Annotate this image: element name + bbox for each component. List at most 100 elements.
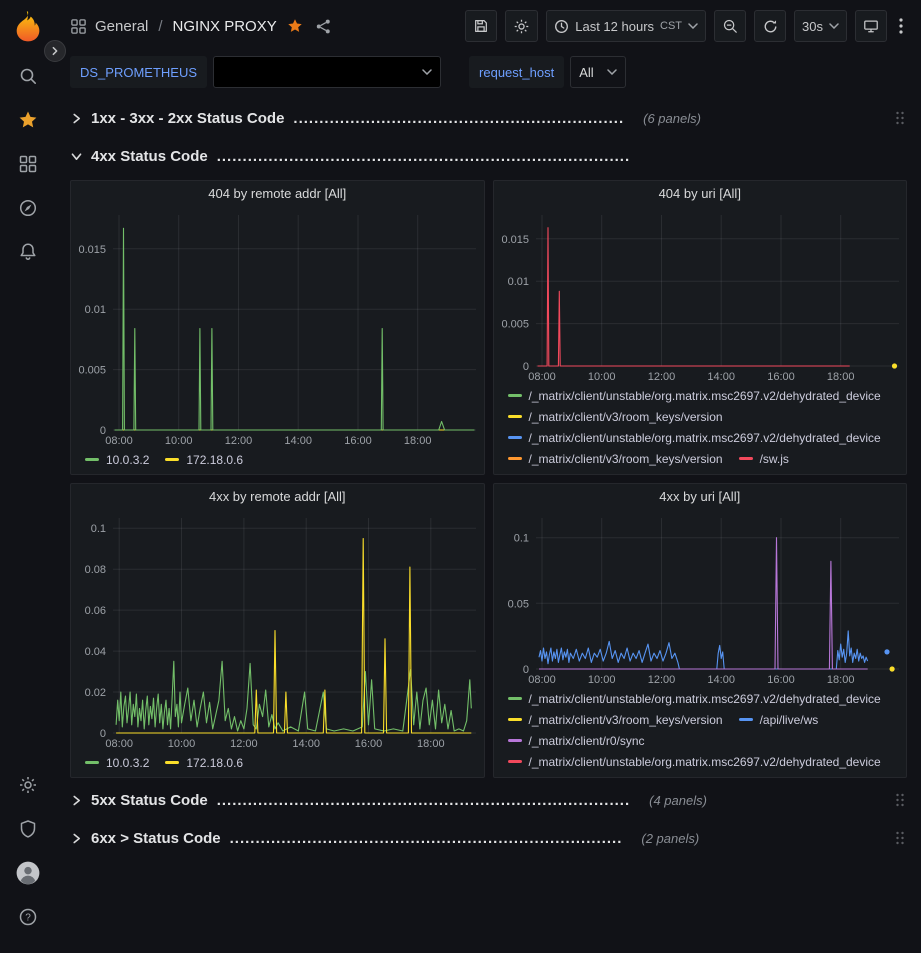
panel-4xx-by-remote-addr: 4xx by remote addr [All] 08:0010:0012:00… xyxy=(70,483,485,778)
svg-text:18:00: 18:00 xyxy=(826,371,854,383)
svg-text:0: 0 xyxy=(522,361,528,373)
time-series-chart[interactable]: 08:0010:0012:0014:0016:0018:0000.0050.01… xyxy=(71,207,484,448)
request-host-value-dropdown[interactable]: All xyxy=(570,56,626,88)
legend-item[interactable]: /_matrix/client/unstable/org.matrix.msc2… xyxy=(508,428,881,447)
tv-mode-button[interactable] xyxy=(855,10,887,42)
panel-title[interactable]: 4xx by remote addr [All] xyxy=(71,484,484,510)
legend-item[interactable]: /_matrix/client/v3/room_keys/version xyxy=(508,407,723,426)
panel-title[interactable]: 404 by uri [All] xyxy=(494,181,907,207)
svg-text:10:00: 10:00 xyxy=(165,435,193,447)
dashboard-title[interactable]: NGINX PROXY xyxy=(173,18,277,35)
row-title-dots: ........................................… xyxy=(217,148,630,165)
svg-text:0.01: 0.01 xyxy=(507,276,528,288)
row-title: 4xx Status Code xyxy=(91,148,208,165)
svg-text:18:00: 18:00 xyxy=(404,435,432,447)
legend-item[interactable]: /_matrix/client/unstable/org.matrix.msc2… xyxy=(508,689,881,708)
datasource-value-dropdown[interactable] xyxy=(213,56,441,88)
legend-item[interactable]: 172.18.0.6 xyxy=(165,753,243,772)
row-title-dots: ........................................… xyxy=(293,110,624,127)
chevron-down-icon xyxy=(688,23,698,29)
timezone-badge: CST xyxy=(660,20,682,32)
sidebar-item-starred[interactable] xyxy=(8,98,48,142)
legend-item[interactable]: /_matrix/client/unstable/org.matrix.msc2… xyxy=(508,752,881,771)
legend-item[interactable]: 10.0.3.2 xyxy=(85,753,149,772)
sidebar-item-configuration[interactable] xyxy=(8,763,48,807)
row-drag-handle[interactable] xyxy=(895,110,907,126)
help-icon: ? xyxy=(18,907,38,927)
sidebar-expand-button[interactable] xyxy=(44,40,66,62)
time-series-chart[interactable]: 08:0010:0012:0014:0016:0018:0000.050.1 xyxy=(494,510,907,687)
row-drag-handle[interactable] xyxy=(895,830,907,846)
svg-text:14:00: 14:00 xyxy=(707,371,735,383)
refresh-dashboard-button[interactable] xyxy=(754,10,786,42)
svg-text:0.01: 0.01 xyxy=(85,304,106,316)
series-color-swatch xyxy=(739,718,753,721)
chevron-down-icon xyxy=(70,152,82,161)
legend-item[interactable]: /_matrix/client/v3/room_keys/version xyxy=(508,449,723,468)
sidebar-item-help[interactable]: ? xyxy=(8,895,48,939)
series-label: /api/live/ws xyxy=(760,713,819,727)
svg-text:0.02: 0.02 xyxy=(85,687,106,699)
row-4xx-status-code[interactable]: 4xx Status Code ........................… xyxy=(70,142,907,170)
svg-text:10:00: 10:00 xyxy=(587,674,615,686)
legend-item[interactable]: /api/live/ws xyxy=(739,710,819,729)
row-5xx-status-code[interactable]: 5xx Status Code ........................… xyxy=(70,786,907,814)
panel-legend: 10.0.3.2 172.18.0.6 xyxy=(71,448,484,474)
breadcrumb-folder[interactable]: General xyxy=(95,18,148,35)
legend-item[interactable]: /_matrix/client/v3/room_keys/version xyxy=(508,710,723,729)
series-color-swatch xyxy=(508,697,522,700)
row-6xx-status-code[interactable]: 6xx > Status Code ......................… xyxy=(70,824,907,852)
row-drag-handle[interactable] xyxy=(895,792,907,808)
time-series-chart[interactable]: 08:0010:0012:0014:0016:0018:0000.020.040… xyxy=(71,510,484,751)
panel-legend: /_matrix/client/unstable/org.matrix.msc2… xyxy=(494,687,907,777)
svg-text:0.1: 0.1 xyxy=(513,533,528,545)
grafana-logo-icon[interactable] xyxy=(11,10,45,44)
legend-item[interactable]: /_matrix/client/r0/sync xyxy=(508,731,645,750)
dashboard-settings-button[interactable] xyxy=(505,10,538,42)
time-series-chart[interactable]: 08:0010:0012:0014:0016:0018:0000.0050.01… xyxy=(494,207,907,384)
request-host-variable-label[interactable]: request_host xyxy=(469,56,564,88)
legend-item[interactable]: /_matrix/client/unstable/org.matrix.msc2… xyxy=(508,386,881,405)
datasource-variable-label[interactable]: DS_PROMETHEUS xyxy=(70,56,207,88)
panel-title[interactable]: 404 by remote addr [All] xyxy=(71,181,484,207)
row-title: 1xx - 3xx - 2xx Status Code xyxy=(91,110,284,127)
monitor-icon xyxy=(863,18,879,34)
sidebar-item-search[interactable] xyxy=(8,54,48,98)
sidebar-item-explore[interactable] xyxy=(8,186,48,230)
search-icon xyxy=(18,66,38,86)
series-label: /_matrix/client/unstable/org.matrix.msc2… xyxy=(529,431,881,445)
legend-item[interactable]: /sw.js xyxy=(739,449,789,468)
zoom-out-time-button[interactable] xyxy=(714,10,746,42)
refresh-interval-dropdown[interactable]: 30s xyxy=(794,10,847,42)
svg-text:12:00: 12:00 xyxy=(647,674,675,686)
sidebar-item-alerting[interactable] xyxy=(8,230,48,274)
svg-text:0.06: 0.06 xyxy=(85,605,106,617)
sidebar-item-server-admin[interactable] xyxy=(8,807,48,851)
save-dashboard-button[interactable] xyxy=(465,10,497,42)
svg-text:0.05: 0.05 xyxy=(507,598,528,610)
svg-text:14:00: 14:00 xyxy=(284,435,312,447)
panel-legend: 10.0.3.2 172.18.0.6 xyxy=(71,751,484,777)
sidebar-item-profile[interactable] xyxy=(8,851,48,895)
favorite-star-button[interactable] xyxy=(287,18,303,34)
apps-grid-icon[interactable] xyxy=(70,18,87,35)
row-title: 6xx > Status Code xyxy=(91,830,221,847)
compass-icon xyxy=(18,198,38,218)
panel-title[interactable]: 4xx by uri [All] xyxy=(494,484,907,510)
series-label: /_matrix/client/v3/room_keys/version xyxy=(529,452,723,466)
legend-item[interactable]: 10.0.3.2 xyxy=(85,450,149,469)
refresh-icon xyxy=(763,19,778,34)
panel-404-by-uri: 404 by uri [All] 08:0010:0012:0014:0016:… xyxy=(493,180,908,475)
svg-text:0: 0 xyxy=(522,664,528,676)
series-color-swatch xyxy=(508,394,522,397)
panel-4xx-by-uri: 4xx by uri [All] 08:0010:0012:0014:0016:… xyxy=(493,483,908,778)
row-1xx-3xx-2xx-status-code[interactable]: 1xx - 3xx - 2xx Status Code ............… xyxy=(70,104,907,132)
sidebar-item-dashboards[interactable] xyxy=(8,142,48,186)
legend-item[interactable]: 172.18.0.6 xyxy=(165,450,243,469)
svg-text:0.005: 0.005 xyxy=(78,365,106,377)
share-dashboard-button[interactable] xyxy=(315,18,332,35)
time-range-picker[interactable]: Last 12 hours CST xyxy=(546,10,706,42)
more-options-button[interactable] xyxy=(895,18,907,34)
clock-icon xyxy=(554,19,569,34)
series-label: /_matrix/client/unstable/org.matrix.msc2… xyxy=(529,755,881,769)
